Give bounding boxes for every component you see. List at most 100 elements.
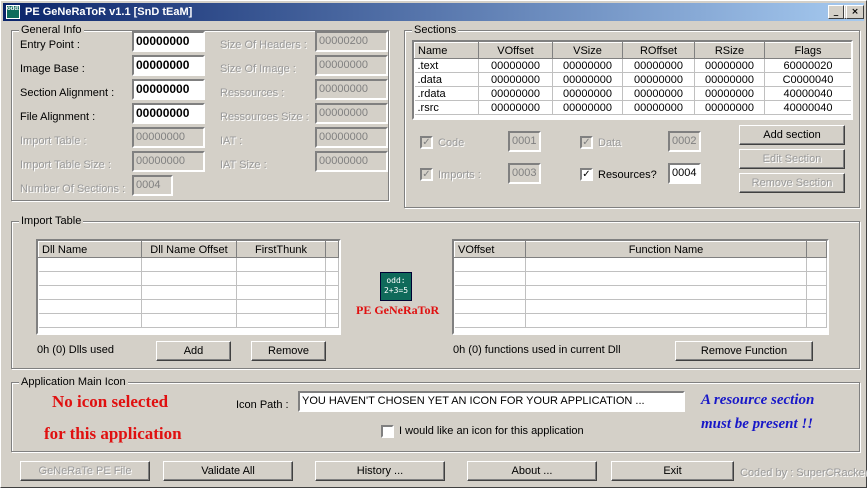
section-cell: 00000000 — [552, 58, 623, 73]
sections-label: Sections — [412, 24, 459, 37]
section-row[interactable]: .text 00000000 00000000 00000000 00000000 600… — [414, 58, 851, 73]
edit-section-button: Edit Section — [739, 149, 845, 169]
section-row[interactable]: .rdata 00000000 00000000 00000000 00000000 40… — [414, 86, 851, 101]
section-cell: 40000040 — [764, 100, 851, 115]
credit-label: Coded by : SuperCRacker — [740, 467, 867, 479]
col-vsize[interactable]: VSize — [552, 42, 623, 59]
ressources-input: 00000000 — [315, 79, 388, 100]
iat-size-label: IAT Size : — [220, 159, 267, 171]
col-function-name[interactable]: Function Name — [525, 241, 807, 258]
section-cell: 00000000 — [694, 72, 765, 87]
ressources-size-input: 00000000 — [315, 103, 388, 124]
data-checkbox: ✓ — [580, 136, 593, 149]
function-list[interactable]: VOffset Function Name — [452, 239, 829, 335]
col-name[interactable]: Name — [414, 42, 479, 59]
ressources-size-label: Ressources Size : — [220, 111, 309, 123]
sections-table[interactable]: Name VOffset VSize ROffset RSize Flags .… — [412, 40, 853, 120]
section-cell: 00000000 — [694, 100, 765, 115]
function-count-label: 0h (0) functions used in current Dll — [453, 344, 621, 356]
iat-size-input: 00000000 — [315, 151, 388, 172]
section-cell: 00000000 — [478, 100, 553, 115]
no-icon-text-line2: for this application — [44, 424, 182, 443]
section-row[interactable]: .data 00000000 00000000 00000000 00000000 C00… — [414, 72, 851, 87]
application-icon-label: Application Main Icon — [19, 376, 128, 389]
col-dll-name-offset[interactable]: Dll Name Offset — [141, 241, 237, 258]
remove-function-button[interactable]: Remove Function — [675, 341, 813, 361]
iat-label: IAT : — [220, 135, 243, 147]
no-icon-text-line1: No icon selected — [52, 392, 169, 411]
number-of-sections-input: 0004 — [132, 175, 173, 196]
entry-point-input[interactable]: 00000000 — [132, 31, 205, 52]
resource-warning-line1: A resource section — [701, 392, 815, 408]
col-dll-name[interactable]: Dll Name — [38, 241, 142, 258]
section-cell: 40000040 — [764, 86, 851, 101]
want-icon-label: I would like an icon for this applicatio… — [399, 425, 584, 437]
section-alignment-input[interactable]: 00000000 — [132, 79, 205, 100]
general-info-label: General Info — [19, 24, 84, 37]
size-of-image-label: Size Of Image : — [220, 63, 296, 75]
section-alignment-label: Section Alignment : — [20, 87, 115, 99]
section-cell: 00000000 — [552, 72, 623, 87]
col-func-filler — [806, 241, 827, 258]
section-cell: 00000000 — [478, 58, 553, 73]
validate-all-button[interactable]: Validate All — [163, 461, 293, 481]
exit-button[interactable]: Exit — [611, 461, 734, 481]
dll-list[interactable]: Dll Name Dll Name Offset FirstThunk — [36, 239, 341, 335]
size-of-image-input: 00000000 — [315, 55, 388, 76]
section-cell: 60000020 — [764, 58, 851, 73]
add-dll-button[interactable]: Add — [156, 341, 231, 361]
add-section-button[interactable]: Add section — [739, 125, 845, 145]
code-input: 0001 — [508, 131, 541, 152]
pe-generator-logo-text: PE GeNeRaToR — [356, 303, 440, 317]
resource-warning-line2: must be present !! — [701, 416, 814, 432]
col-roffset[interactable]: ROffset — [622, 42, 695, 59]
main-window: odd: PE GeNeRaToR v1.1 [SnD tEaM] _ □ × … — [0, 0, 867, 488]
remove-dll-button[interactable]: Remove — [251, 341, 326, 361]
imports-label: Imports : — [438, 169, 481, 181]
col-rsize[interactable]: RSize — [694, 42, 765, 59]
col-flags[interactable]: Flags — [764, 42, 851, 59]
col-func-voffset[interactable]: VOffset — [454, 241, 526, 258]
logo-icon-line1: odd: — [386, 276, 406, 285]
imports-input: 0003 — [508, 163, 541, 184]
section-cell: 00000000 — [552, 100, 623, 115]
col-firstthunk[interactable]: FirstThunk — [236, 241, 326, 258]
col-dll-filler — [325, 241, 339, 258]
window-title: PE GeNeRaToR v1.1 [SnD tEaM] — [25, 6, 193, 18]
data-label: Data — [598, 137, 622, 149]
resources-checkbox[interactable]: ✓ — [580, 168, 593, 181]
imports-checkbox: ✓ — [420, 168, 433, 181]
close-button[interactable]: × — [846, 5, 864, 19]
code-checkbox: ✓ — [420, 136, 433, 149]
section-cell: 00000000 — [694, 86, 765, 101]
section-row[interactable]: .rsrc 00000000 00000000 00000000 00000000 400… — [414, 100, 851, 115]
section-cell: 00000000 — [622, 72, 695, 87]
resources-label: Resources? — [598, 169, 657, 181]
app-icon: odd: — [6, 5, 20, 19]
image-base-label: Image Base : — [20, 63, 85, 75]
entry-point-label: Entry Point : — [20, 39, 80, 51]
want-icon-checkbox[interactable] — [381, 425, 394, 438]
icon-path-input[interactable]: YOU HAVEN'T CHOSEN YET AN ICON FOR YOUR … — [298, 391, 685, 412]
section-cell: .data — [414, 72, 479, 87]
import-table-label: Import Table : — [20, 135, 87, 147]
resources-input[interactable]: 0004 — [668, 163, 701, 184]
image-base-input[interactable]: 00000000 — [132, 55, 205, 76]
remove-section-button: Remove Section — [739, 173, 845, 193]
col-voffset[interactable]: VOffset — [478, 42, 553, 59]
section-cell: 00000000 — [478, 72, 553, 87]
minimize-button[interactable]: _ — [828, 5, 844, 19]
import-table-size-input: 00000000 — [132, 151, 205, 172]
section-cell: 00000000 — [694, 58, 765, 73]
size-of-headers-input: 00000200 — [315, 31, 388, 52]
import-table-input: 00000000 — [132, 127, 205, 148]
about-button[interactable]: About ... — [467, 461, 597, 481]
section-cell: 00000000 — [622, 100, 695, 115]
file-alignment-input[interactable]: 00000000 — [132, 103, 205, 124]
history-button[interactable]: History ... — [315, 461, 445, 481]
iat-input: 00000000 — [315, 127, 388, 148]
icon-path-label: Icon Path : — [236, 399, 289, 411]
title-bar[interactable]: odd: PE GeNeRaToR v1.1 [SnD tEaM] _ □ — [3, 3, 864, 21]
section-cell: .text — [414, 58, 479, 73]
file-alignment-label: File Alignment : — [20, 111, 96, 123]
